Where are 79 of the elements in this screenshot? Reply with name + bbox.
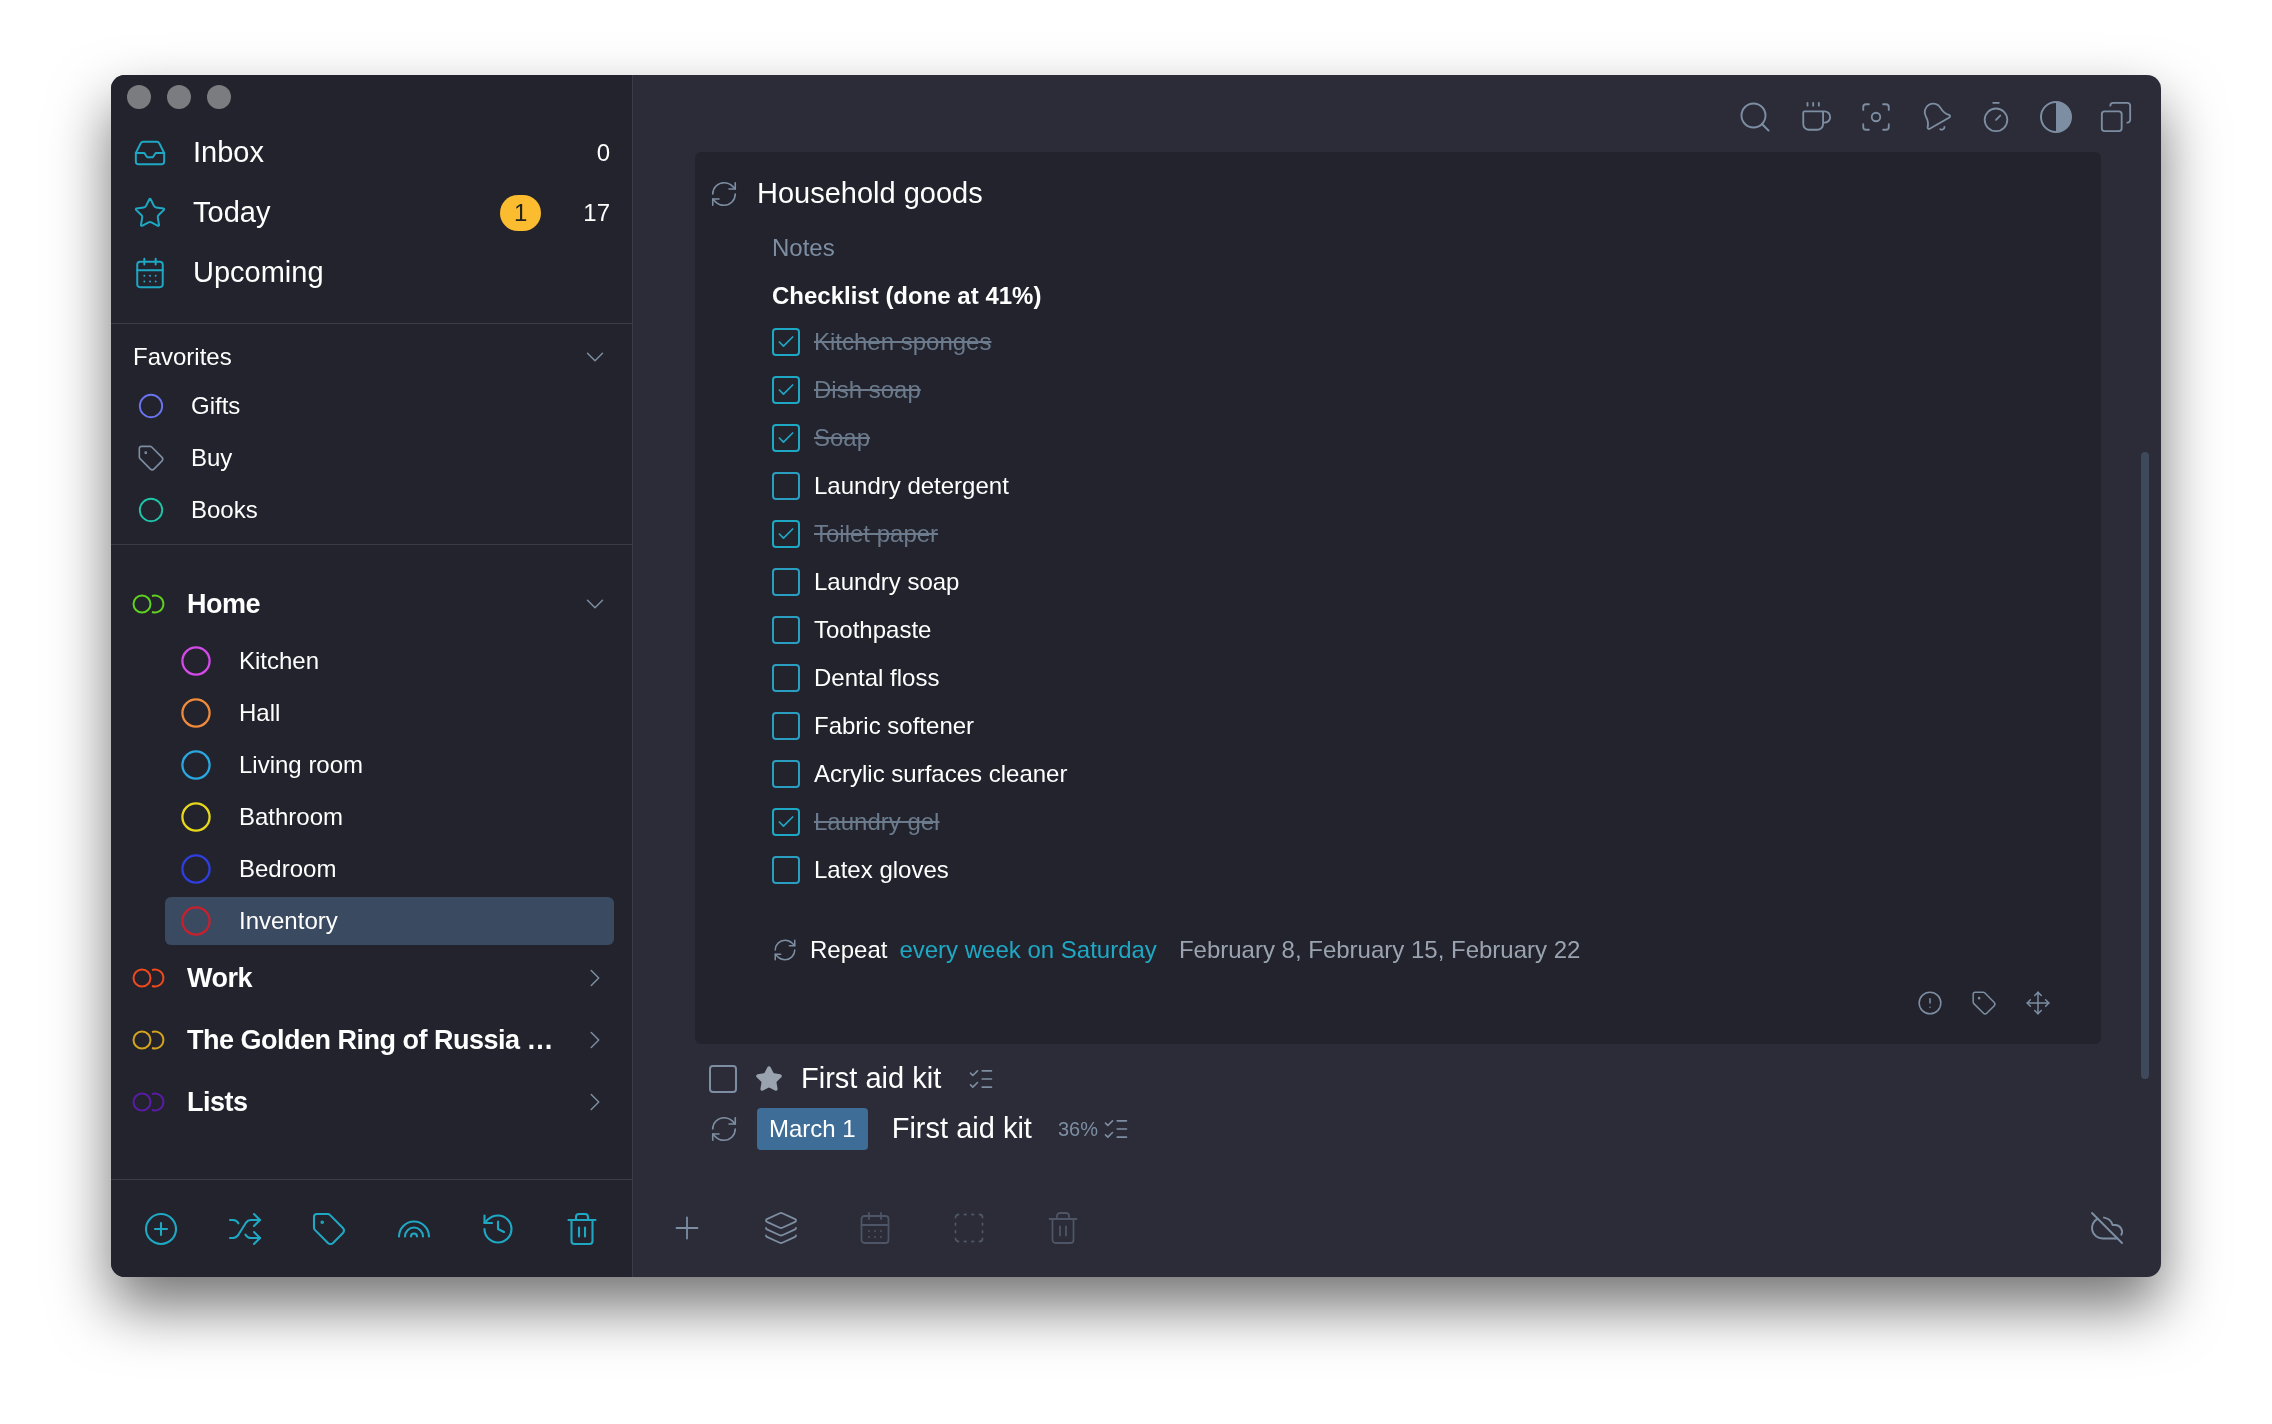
checkbox[interactable]	[772, 424, 800, 452]
checkbox[interactable]	[772, 376, 800, 404]
checklist-item-label: Dental floss	[814, 663, 940, 693]
area-item[interactable]: Kitchen	[165, 637, 614, 685]
project-item[interactable]: Work	[129, 947, 614, 1009]
checkbox[interactable]	[772, 328, 800, 356]
favorite-item[interactable]: Buy	[133, 432, 610, 484]
checklist-item-label: Acrylic surfaces cleaner	[814, 759, 1068, 789]
shuffle-icon[interactable]	[227, 1210, 264, 1247]
checklist-item-label: Laundry detergent	[814, 471, 1009, 501]
task-title: Household goods	[757, 176, 983, 212]
area-item[interactable]: Bathroom	[165, 793, 614, 841]
add-circle-icon[interactable]	[143, 1210, 179, 1247]
cloud-off-icon[interactable]	[2089, 1210, 2125, 1246]
tag-icon[interactable]	[1971, 990, 1997, 1016]
window-control-button[interactable]	[167, 85, 191, 109]
checklist-item-label: Dish soap	[814, 375, 921, 405]
repeat-rule-link[interactable]: every week on Saturday	[899, 932, 1157, 968]
checkbox[interactable]	[772, 760, 800, 788]
checkbox[interactable]	[772, 808, 800, 836]
task-title: First aid kit	[801, 1061, 942, 1097]
project-item[interactable]: Home	[129, 573, 614, 635]
star-icon	[755, 1065, 783, 1093]
window-control-button[interactable]	[207, 85, 231, 109]
notes-field[interactable]: Notes	[772, 222, 2065, 274]
task-row[interactable]: First aid kit	[709, 1054, 2101, 1104]
alert-icon[interactable]	[1917, 990, 1943, 1016]
contrast-icon[interactable]	[2039, 99, 2073, 134]
area-item[interactable]: Living room	[165, 741, 614, 789]
repeat-dates: February 8, February 15, February 22	[1178, 935, 1581, 965]
checkbox[interactable]	[709, 1065, 737, 1093]
repeat-label: Repeat	[810, 935, 888, 965]
checkbox[interactable]	[772, 472, 800, 500]
repeat-icon	[772, 937, 798, 963]
coffee-cup-icon[interactable]	[1799, 99, 1833, 134]
checkbox[interactable]	[772, 664, 800, 692]
checklist-item-label: Latex gloves	[814, 855, 949, 885]
checklist-item-label: Laundry soap	[814, 567, 960, 597]
checklist-item-label: Soap	[814, 423, 871, 453]
task-title: First aid kit	[891, 1111, 1032, 1147]
checkbox[interactable]	[772, 616, 800, 644]
checkbox[interactable]	[772, 856, 800, 884]
checkbox[interactable]	[772, 712, 800, 740]
item-count: 0	[596, 138, 610, 168]
checklist-item-label: Toilet paper	[814, 519, 939, 549]
badge: 1	[499, 195, 542, 231]
tag-icon[interactable]	[311, 1210, 348, 1247]
date-tag: March 1	[757, 1108, 868, 1150]
project-item[interactable]: Lists	[129, 1071, 614, 1133]
checklist-title: Checklist (done at 41%)	[772, 281, 1043, 311]
checkbox[interactable]	[772, 568, 800, 596]
star-icon	[133, 196, 167, 230]
repeat-icon	[709, 179, 739, 209]
project-item[interactable]: The Golden Ring of Russia …	[129, 1009, 614, 1071]
favorite-item[interactable]: Gifts	[133, 380, 610, 432]
move-icon[interactable]	[2025, 990, 2051, 1016]
calendar-icon	[133, 256, 167, 290]
area-item[interactable]: Bedroom	[165, 845, 614, 893]
checklist-item-label: Laundry gel	[814, 807, 940, 837]
scrollbar-thumb[interactable]	[2141, 452, 2149, 1079]
checklist-item-label: Fabric softener	[814, 711, 975, 741]
sidebar-item[interactable]: Today 1 17	[133, 183, 610, 243]
item-count: 17	[583, 198, 610, 228]
checklist-item-label: Kitchen sponges	[814, 327, 992, 357]
layers-button[interactable]	[763, 1210, 799, 1246]
checkbox[interactable]	[772, 520, 800, 548]
copy-icon[interactable]	[2099, 99, 2133, 134]
area-item[interactable]: Hall	[165, 689, 614, 737]
window-control-button[interactable]	[127, 85, 151, 109]
progress-percent: 36%	[1057, 1117, 1098, 1142]
task-row[interactable]: March 1 First aid kit 36%	[709, 1104, 2101, 1154]
section-title: Favorites	[133, 342, 233, 372]
tag-icon	[137, 444, 165, 472]
checklist-item-label: Toothpaste	[814, 615, 932, 645]
repeat-icon	[709, 1114, 739, 1144]
favorite-item[interactable]: Books	[133, 484, 610, 536]
sidebar-item[interactable]: Inbox 0	[133, 123, 610, 183]
sidebar-item[interactable]: Upcoming	[133, 243, 610, 303]
area-item[interactable]: Inventory	[165, 897, 614, 945]
